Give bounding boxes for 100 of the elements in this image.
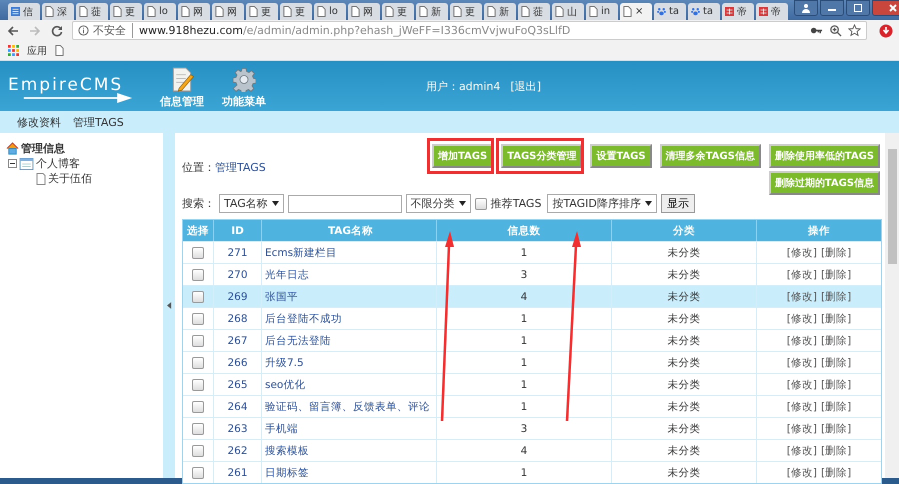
browser-tab[interactable]: 深 (42, 3, 74, 20)
reload-icon[interactable] (50, 24, 64, 38)
zoom-icon[interactable] (829, 24, 842, 37)
tag-id: 266 (227, 356, 248, 368)
delete-link[interactable]: [删除] (821, 466, 852, 480)
window-icon (19, 158, 34, 170)
edit-link[interactable]: [修改] (786, 268, 817, 282)
info-count: 1 (520, 334, 528, 346)
delete-link[interactable]: [删除] (821, 444, 852, 458)
maximize-button[interactable] (846, 0, 870, 16)
edit-link[interactable]: [修改] (786, 356, 817, 370)
browser-tab[interactable]: 网 (348, 3, 380, 20)
browser-tab[interactable]: 更 (280, 3, 312, 20)
browser-tab[interactable]: 更 (110, 3, 142, 20)
row-checkbox[interactable] (192, 312, 204, 324)
delete-link[interactable]: [删除] (821, 334, 852, 348)
browser-tab[interactable]: 山 (552, 3, 584, 20)
user-button[interactable] (794, 0, 818, 16)
delete-link[interactable]: [删除] (821, 400, 852, 414)
forward-icon[interactable] (28, 24, 42, 38)
browser-tab[interactable]: lo (144, 3, 176, 20)
category: 未分类 (668, 466, 700, 480)
info-count: 1 (520, 400, 528, 412)
row-checkbox[interactable] (192, 444, 204, 456)
row-checkbox[interactable] (192, 290, 204, 302)
edit-link[interactable]: [修改] (786, 290, 817, 304)
row-checkbox[interactable] (192, 356, 204, 368)
tag-name: 验证码、留言簿、反馈表单、评论 (265, 400, 430, 414)
star-icon[interactable] (848, 24, 861, 37)
browser-tab[interactable]: 更 (246, 3, 278, 20)
location-link[interactable]: 管理TAGS (215, 161, 266, 174)
tag-id: 264 (227, 400, 248, 412)
subnav-link[interactable]: 修改资料 (17, 114, 61, 130)
tree-item[interactable]: 关于伍佰 (48, 171, 92, 186)
delete-link[interactable]: [删除] (821, 356, 852, 370)
browser-tab[interactable]: ta (654, 3, 686, 20)
subnav-link[interactable]: 管理TAGS (73, 114, 124, 130)
tree-item[interactable]: 个人博客 (36, 156, 80, 171)
browser-tab[interactable]: 蓰 (518, 3, 550, 20)
tag-name: 升级7.5 (265, 356, 304, 370)
delete-link[interactable]: [删除] (821, 246, 852, 260)
row-checkbox[interactable] (192, 268, 204, 280)
delete-link[interactable]: [删除] (821, 378, 852, 392)
browser-tab[interactable]: 新 (416, 3, 448, 20)
page-icon (283, 6, 292, 17)
browser-tab[interactable]: 网 (178, 3, 210, 20)
edit-link[interactable]: [修改] (786, 444, 817, 458)
browser-tab[interactable]: 帝 (756, 3, 788, 20)
browser-tab[interactable]: 帝 (722, 3, 754, 20)
address-bar[interactable]: 不安全 www.918hezu.com/e/admin/admin.php?ehash_jWeFF=I336cmVvjwuFoQ3sLlfD (72, 21, 867, 40)
bookmark-link[interactable]: 应用 (27, 44, 47, 58)
row-checkbox[interactable] (192, 466, 204, 478)
annotation-box (427, 138, 494, 174)
minimize-button[interactable] (820, 0, 844, 16)
row-checkbox[interactable] (192, 246, 204, 258)
row-checkbox[interactable] (192, 422, 204, 434)
browser-tab[interactable]: 新 (484, 3, 516, 20)
back-icon[interactable] (6, 24, 20, 38)
extension-icon[interactable] (879, 24, 893, 38)
row-checkbox[interactable] (192, 400, 204, 412)
browser-tab[interactable]: 蓰 (76, 3, 108, 20)
browser-tab[interactable]: × (620, 3, 652, 20)
row-checkbox[interactable] (192, 378, 204, 390)
edit-link[interactable]: [修改] (786, 312, 817, 326)
browser-tab[interactable]: 更 (450, 3, 482, 20)
tag-name: Ecms新建栏目 (265, 246, 338, 260)
browser-tab[interactable]: 更 (382, 3, 414, 20)
edit-link[interactable]: [修改] (786, 422, 817, 436)
browser-tab[interactable]: in (586, 3, 618, 20)
info-count: 1 (520, 246, 528, 258)
edit-link[interactable]: [修改] (786, 246, 817, 260)
delete-link[interactable]: [删除] (821, 290, 852, 304)
delete-link[interactable]: [删除] (821, 312, 852, 326)
edit-link[interactable]: [修改] (786, 378, 817, 392)
row-checkbox[interactable] (192, 334, 204, 346)
collapse-arrow-icon[interactable] (166, 302, 172, 309)
tag-name: 张国平 (265, 290, 298, 304)
apps-icon[interactable] (8, 45, 19, 56)
keyword-field[interactable] (288, 194, 402, 212)
page-icon[interactable] (55, 45, 64, 56)
category-select[interactable]: 不限分类 (406, 194, 471, 213)
delete-link[interactable]: [删除] (821, 422, 852, 436)
edit-link[interactable]: [修改] (786, 400, 817, 414)
delete-link[interactable]: [删除] (821, 268, 852, 282)
page-icon (385, 6, 394, 17)
scrollbar[interactable] (885, 133, 899, 478)
browser-tab[interactable]: 网 (212, 3, 244, 20)
browser-tab[interactable]: lo (314, 3, 346, 20)
browser-tab[interactable]: 信 (8, 3, 40, 20)
edit-link[interactable]: [修改] (786, 466, 817, 480)
page-icon (623, 6, 632, 17)
field-select[interactable]: TAG名称 (219, 194, 284, 213)
browser-tab[interactable]: ta (688, 3, 720, 20)
category: 未分类 (668, 246, 700, 260)
edit-link[interactable]: [修改] (786, 334, 817, 348)
tree-toggle[interactable] (8, 159, 17, 168)
recommend-checkbox[interactable] (474, 198, 487, 210)
show-button[interactable]: 显示 (660, 194, 695, 213)
home-icon (6, 142, 19, 155)
order-select[interactable]: 按TAGID降序排序 (547, 194, 657, 213)
